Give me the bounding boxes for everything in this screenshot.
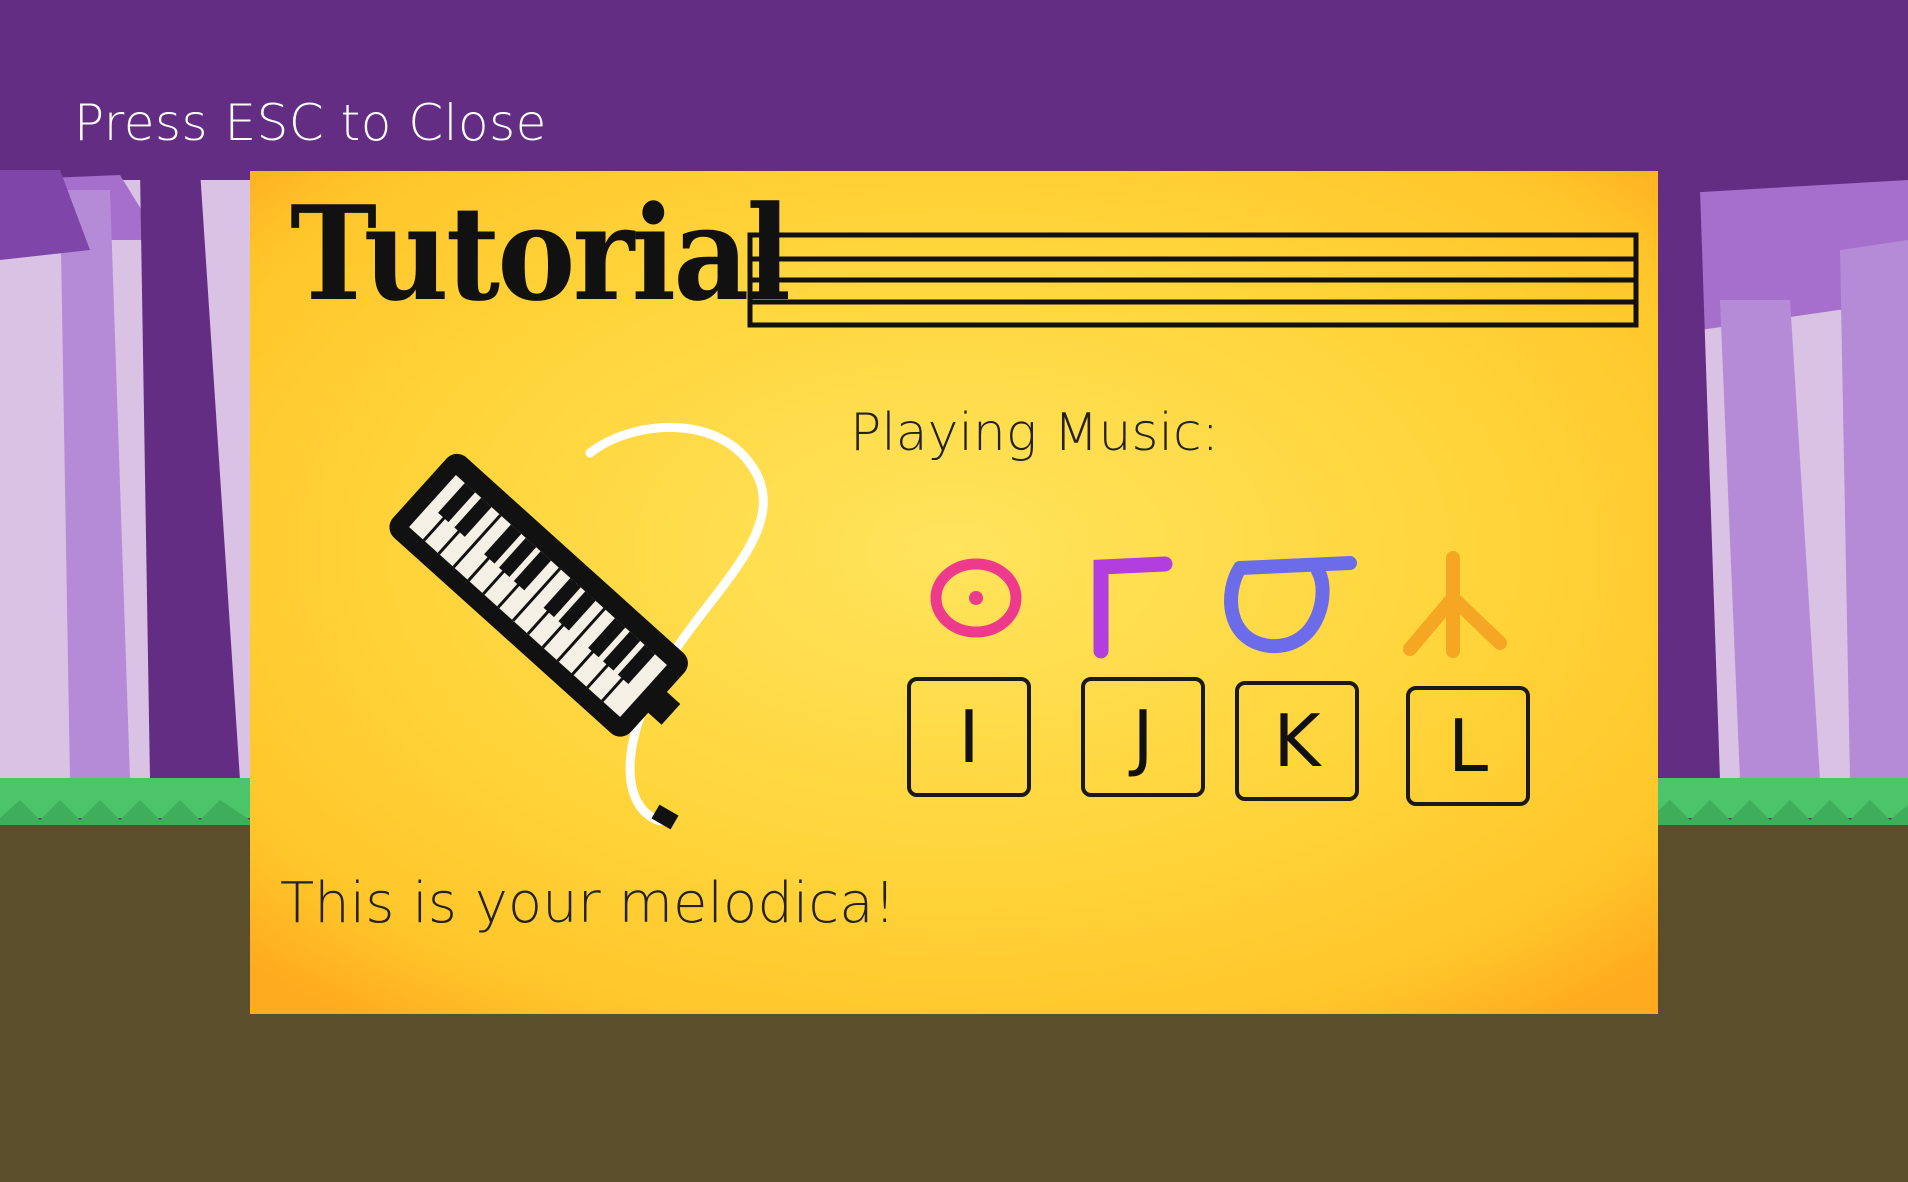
key-k: K	[1235, 681, 1359, 801]
melodica-caption: This is your melodica!	[280, 871, 896, 936]
tutorial-title: Tutorial	[290, 177, 791, 330]
key-i: I	[907, 677, 1031, 797]
key-i-label: I	[958, 695, 980, 779]
key-j: J	[1081, 677, 1205, 797]
key-j-label: J	[1132, 695, 1154, 779]
key-l: L	[1406, 686, 1530, 806]
right-forest	[1650, 180, 1908, 780]
playing-music-label: Playing Music:	[850, 403, 1220, 463]
tutorial-panel: Tutorial Playing Music: I J K L This is …	[250, 171, 1658, 1014]
key-l-label: L	[1447, 704, 1489, 788]
left-forest	[0, 170, 260, 780]
esc-close-hint: Press ESC to Close	[74, 94, 547, 152]
key-k-label: K	[1273, 699, 1321, 783]
